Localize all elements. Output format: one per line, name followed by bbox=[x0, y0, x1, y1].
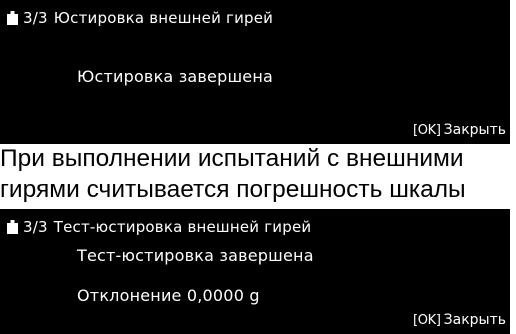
close-button[interactable]: [OK] Закрыть bbox=[413, 122, 506, 138]
ok-key-label: [OK] bbox=[412, 122, 441, 138]
weight-icon bbox=[7, 220, 18, 234]
close-label: Закрыть bbox=[443, 312, 506, 328]
description-line-1: При выполнении испытаний с внешними bbox=[0, 145, 464, 172]
screen-title: Тест-юстировка внешней гирей bbox=[53, 218, 312, 236]
status-message: Тест-юстировка завершена bbox=[77, 246, 314, 265]
ok-key-label: [OK] bbox=[412, 312, 441, 328]
status-message: Юстировка завершена bbox=[77, 67, 274, 86]
adjustment-complete-screen: 3/3 Юстировка внешней гирей Юстировка за… bbox=[0, 0, 510, 144]
screen-header: 3/3 Юстировка внешней гирей bbox=[7, 9, 273, 27]
close-label: Закрыть bbox=[443, 122, 506, 138]
close-button[interactable]: [OK] Закрыть bbox=[413, 312, 506, 328]
step-indicator: 3/3 bbox=[23, 9, 48, 27]
description-line-2: гирями считывается погрешность шкалы bbox=[0, 176, 466, 203]
weight-icon bbox=[7, 11, 18, 25]
screen-title: Юстировка внешней гирей bbox=[53, 9, 274, 27]
deviation-readout: Отклонение 0,0000 g bbox=[77, 286, 260, 305]
screen-header: 3/3 Тест-юстировка внешней гирей bbox=[7, 218, 311, 236]
step-indicator: 3/3 bbox=[23, 218, 48, 236]
test-adjustment-screen: 3/3 Тест-юстировка внешней гирей Тест-юс… bbox=[0, 209, 510, 334]
